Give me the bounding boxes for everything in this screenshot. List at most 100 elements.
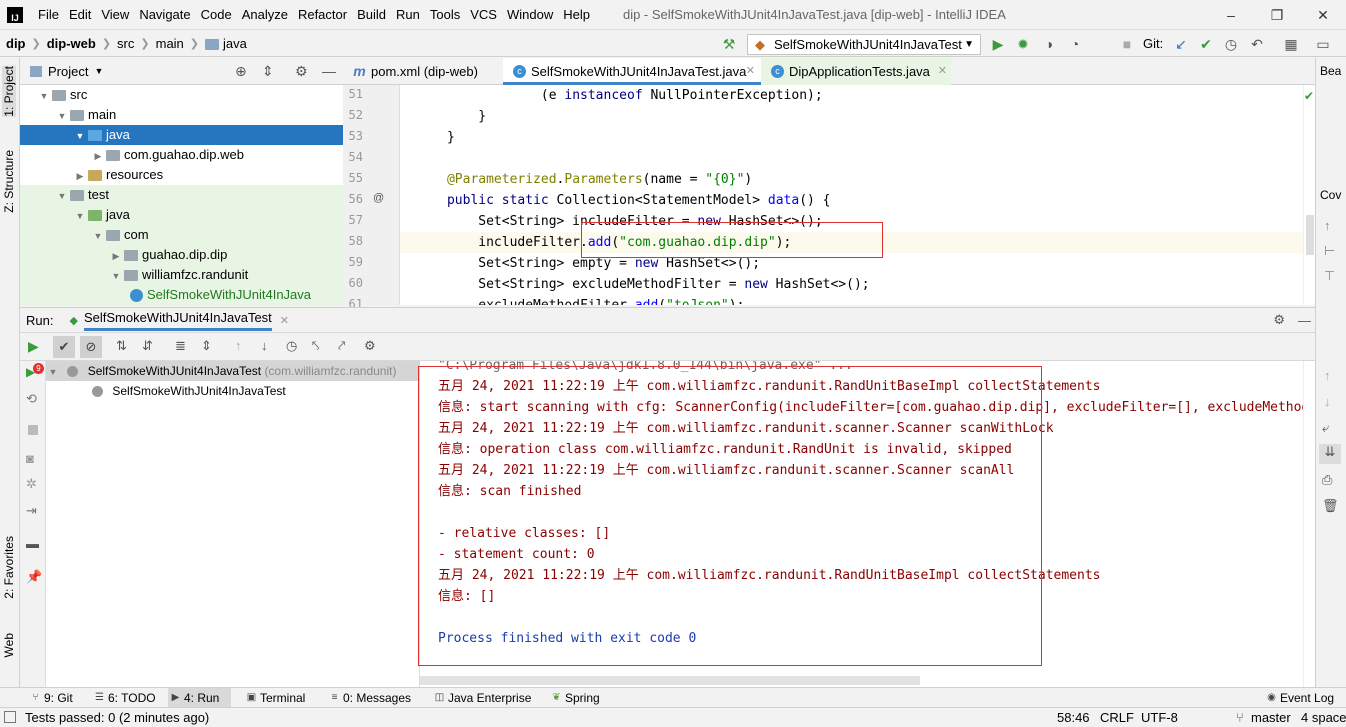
console-scrollbar[interactable]	[1303, 361, 1315, 687]
tab-pom-xml[interactable]: m pom.xml (dip-web)	[343, 58, 503, 85]
tab-spring[interactable]: ❦ Spring	[549, 688, 611, 708]
scroll-to-end-icon[interactable]: ⇊	[1319, 444, 1341, 464]
tab-bean[interactable]: Bea	[1320, 64, 1341, 78]
close-tab-icon[interactable]: ✕	[280, 314, 289, 327]
status-message[interactable]: Tests passed: 0 (2 minutes ago)	[25, 710, 209, 725]
stop-icon[interactable]: ■	[1118, 35, 1136, 53]
stop-icon[interactable]	[28, 425, 38, 435]
expand-triangle-icon[interactable]: ▼	[74, 126, 86, 146]
tree-item-com[interactable]: ▼ com	[20, 225, 343, 245]
locate-icon[interactable]: ⊕	[235, 63, 247, 80]
breadcrumb-main[interactable]: main	[150, 36, 186, 51]
collapse-triangle-icon[interactable]: ▶	[92, 146, 104, 166]
test-child-row[interactable]: SelfSmokeWithJUnit4InJavaTest	[46, 381, 420, 401]
sort-duration-icon[interactable]: ⇵	[142, 338, 153, 354]
coverage-icon[interactable]: ◑	[1040, 35, 1058, 53]
tab-todo[interactable]: ☰ 6: TODO	[92, 688, 162, 708]
editor-scrollbar[interactable]: ✔	[1303, 85, 1315, 305]
menu-edit[interactable]: Edit	[64, 7, 96, 22]
tab-coverage[interactable]: Cov	[1320, 188, 1341, 202]
code-editor[interactable]: (e instanceof NullPointerException); } }…	[400, 85, 1303, 305]
tab-run[interactable]: ▶ 4: Run	[168, 688, 231, 708]
history-icon[interactable]: ◷	[286, 338, 297, 354]
tree-item-com-guahao-dip-web[interactable]: ▶ com.guahao.dip.web	[20, 145, 343, 165]
tree-item-williamfzc-randunit[interactable]: ▼ williamfzc.randunit	[20, 265, 343, 285]
tab-selfsmoke-test[interactable]: c SelfSmokeWithJUnit4InJavaTest.java ✕	[503, 58, 761, 85]
menu-build[interactable]: Build	[352, 7, 391, 22]
close-tab-icon[interactable]: ✕	[746, 58, 755, 85]
code-line[interactable]: Set<String> excludeMethodFilter = new Ha…	[400, 274, 1303, 295]
soft-wrap-icon[interactable]: ⤶	[1322, 420, 1329, 436]
git-update-icon[interactable]: ↙	[1172, 35, 1190, 53]
status-toggle-icon[interactable]	[4, 711, 16, 723]
breadcrumb-java[interactable]: java	[199, 36, 249, 51]
layout-icon[interactable]: ▬	[26, 536, 39, 551]
tab-terminal[interactable]: ▣ Terminal	[244, 688, 319, 708]
pin-icon[interactable]: 📌	[26, 569, 42, 585]
tree-item-guahao-dip-dip[interactable]: ▶ guahao.dip.dip	[20, 245, 343, 265]
breadcrumb-src[interactable]: src	[111, 36, 136, 51]
run-icon[interactable]: ▶	[989, 35, 1007, 53]
menu-navigate[interactable]: Navigate	[134, 7, 195, 22]
tree-item-main[interactable]: ▼ main	[20, 105, 343, 125]
breadcrumb-dip[interactable]: dip	[0, 36, 28, 51]
code-line[interactable]: public static Collection<StatementModel>…	[400, 190, 1303, 211]
tree-item-resources[interactable]: ▶ resources	[20, 165, 343, 185]
code-line[interactable]: }	[400, 106, 1303, 127]
tree-item-test[interactable]: ▼ test	[20, 185, 343, 205]
tree-item-java[interactable]: ▼ java	[20, 205, 343, 225]
menu-refactor[interactable]: Refactor	[293, 7, 352, 22]
editor-scroll-thumb[interactable]	[1306, 215, 1314, 255]
gc-icon[interactable]: ✲	[26, 476, 37, 492]
gear-icon[interactable]: ⚙	[1273, 312, 1285, 328]
line-separator[interactable]: CRLF	[1100, 710, 1134, 725]
expand-triangle-icon[interactable]: ▼	[38, 86, 50, 106]
menu-tools[interactable]: Tools	[425, 7, 465, 22]
menu-code[interactable]: Code	[196, 7, 237, 22]
tab-project[interactable]: 1: Project	[2, 66, 16, 117]
tree-icon[interactable]: ⊢	[1324, 243, 1335, 259]
code-line[interactable]: excludeMethodFilter.add("toJson");	[400, 295, 1303, 305]
import-icon[interactable]: ⤣	[312, 338, 319, 354]
close-button[interactable]: ✕	[1300, 0, 1346, 30]
collapse-triangle-icon[interactable]: ▶	[110, 246, 122, 266]
tab-messages[interactable]: ≡ 0: Messages	[327, 688, 419, 708]
trash-icon[interactable]: 🗑	[1322, 498, 1339, 514]
menu-analyze[interactable]: Analyze	[237, 7, 293, 22]
hide-icon[interactable]: —	[322, 63, 336, 79]
tab-web[interactable]: Web	[2, 633, 16, 657]
chevron-down-icon[interactable]: ▼	[94, 66, 103, 76]
tab-favorites[interactable]: 2: Favorites	[2, 536, 16, 599]
code-line[interactable]: (e instanceof NullPointerException);	[400, 85, 1303, 106]
git-branch[interactable]: master	[1251, 710, 1291, 725]
print-icon[interactable]: ⎙	[1322, 472, 1332, 488]
menu-run[interactable]: Run	[391, 7, 425, 22]
close-tab-icon[interactable]: ✕	[938, 58, 947, 85]
scroll-down-icon[interactable]: ↓	[1324, 394, 1331, 409]
hide-icon[interactable]: —	[1298, 313, 1311, 328]
profile-icon[interactable]: ◔	[1066, 35, 1084, 53]
project-structure-icon[interactable]: ▦	[1282, 35, 1300, 53]
expand-triangle-icon[interactable]: ▼	[110, 266, 122, 286]
code-line[interactable]: }	[400, 127, 1303, 148]
git-rollback-icon[interactable]: ↶	[1248, 35, 1266, 53]
caret-position[interactable]: 58:46	[1057, 710, 1090, 725]
settings-icon[interactable]: ⚙	[364, 338, 376, 354]
minimize-button[interactable]: –	[1208, 0, 1254, 30]
sort-alpha-icon[interactable]: ⇅	[116, 338, 127, 354]
expand-triangle-icon[interactable]: ▼	[92, 226, 104, 246]
toggle-auto-test-icon[interactable]: ⟲	[26, 391, 37, 407]
show-passed-icon[interactable]: ✔	[53, 336, 75, 358]
expand-all-icon[interactable]: ≣	[175, 338, 186, 354]
tree-item-selfsmokewithjunit4injava[interactable]: SelfSmokeWithJUnit4InJava	[20, 285, 343, 305]
indent-setting[interactable]: 4 space	[1301, 710, 1346, 725]
arrow-up-icon[interactable]: ↑	[1324, 218, 1331, 233]
git-history-icon[interactable]: ◷	[1222, 35, 1240, 53]
code-line[interactable]	[400, 148, 1303, 169]
tab-event-log[interactable]: ◉ Event Log	[1264, 688, 1344, 708]
expand-triangle-icon[interactable]: ▼	[56, 106, 68, 126]
presentation-icon[interactable]: ▭	[1314, 35, 1332, 53]
run-tab[interactable]: SelfSmokeWithJUnit4InJavaTest	[83, 310, 272, 331]
git-commit-icon[interactable]: ✔	[1197, 35, 1215, 53]
project-panel-title[interactable]: Project	[48, 64, 88, 79]
